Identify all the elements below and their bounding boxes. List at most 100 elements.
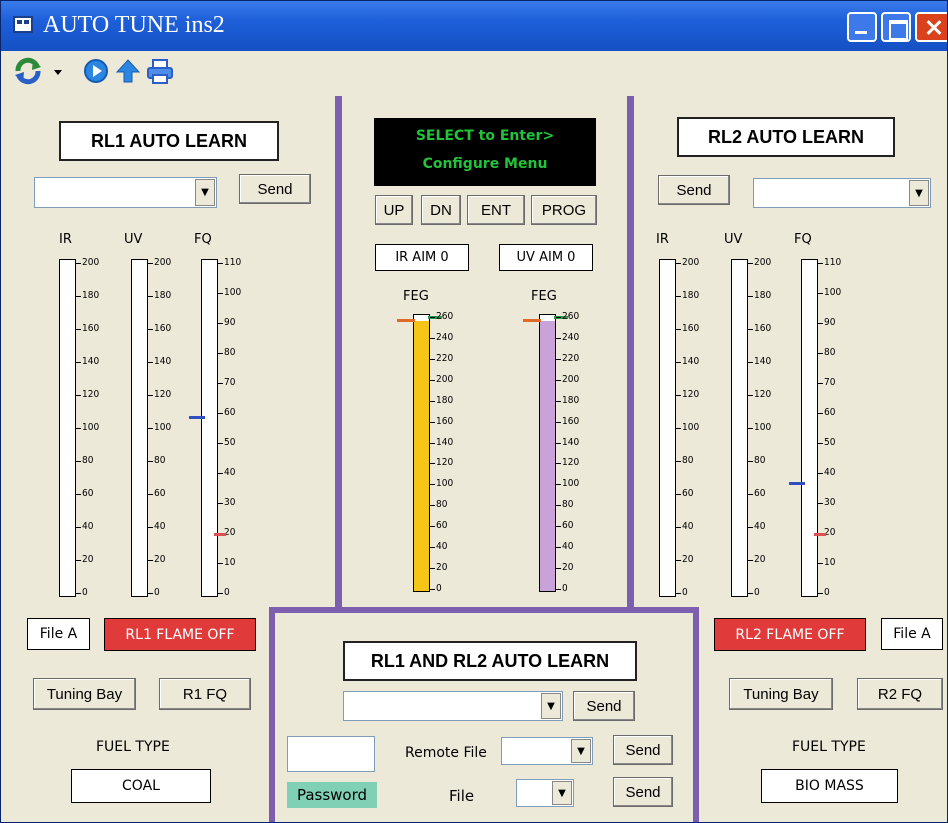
gauge-tick-label: 0 [82,587,88,598]
gauge-tick [748,395,753,396]
rl2-gauge-ir [659,259,676,597]
gauge-tick [676,296,681,297]
gauge-tick-label: 10 [224,557,236,568]
gauge-tick [430,317,435,318]
rl1-gauge-label-fq: FQ [194,232,212,247]
gauge-tick-label: 30 [224,497,236,508]
gauge-tick [556,442,561,444]
gauge-tick-label: 240 [562,331,580,343]
maximize-button[interactable] [881,12,911,42]
gauge-tick-label: 50 [824,437,836,448]
gauge-tick-label: 60 [82,488,94,499]
gauge-tick-label: 0 [562,583,568,594]
gauge-tick [818,263,823,264]
gauge-tick [430,337,435,339]
rl2-gauge-label-fq: FQ [794,232,812,247]
up-button[interactable]: UP [375,195,413,225]
rl2-fq-limit-marker [814,533,826,536]
gauge-tick-label: 120 [562,457,580,469]
combined-select[interactable]: ▼ [343,691,563,721]
rl2-gauge-label-ir: IR [656,232,669,247]
gauge-tick-label: 100 [754,422,772,433]
gauge-tick [76,428,81,429]
dropdown-caret-icon[interactable] [51,57,65,85]
play-icon[interactable] [83,57,109,85]
gauge-tick [218,503,223,504]
password-input[interactable] [287,736,375,772]
minimize-button[interactable] [847,12,877,42]
app-icon [13,16,33,33]
gauge-tick [148,461,153,462]
close-button[interactable] [915,12,947,42]
gauge-tick [676,362,681,363]
gauge-tick [430,442,435,444]
gauge-tick-label: 40 [754,521,766,532]
combined-send-button[interactable]: Send [573,691,635,721]
ent-button[interactable]: ENT [467,195,525,225]
gauge-tick-label: 60 [436,520,448,532]
file-send-button[interactable]: Send [613,777,673,807]
gauge-tick [676,461,681,462]
gauge-tick-label: 160 [754,323,772,334]
toolbar [1,51,947,95]
rl1-file-field[interactable]: File A [27,618,90,650]
rl1-tuning-bay-button[interactable]: Tuning Bay [33,678,136,710]
gauge-tick [148,593,153,594]
gauge-tick-label: 60 [562,520,574,532]
right-separator [627,96,634,611]
rl2-tuning-bay-button[interactable]: Tuning Bay [729,678,833,710]
gauge-tick-label: 50 [224,437,236,448]
rl1-gauge-label-uv: UV [124,232,143,247]
ir-aim-field: IR AIM 0 [375,244,469,271]
rl2-send-button[interactable]: Send [658,175,730,205]
gauge-tick-label: 140 [754,356,772,367]
gauge-tick [76,494,81,495]
gauge-tick-label: 100 [562,478,580,490]
gauge-tick-label: 180 [562,394,580,406]
gauge-tick [818,473,823,474]
gauge-tick-label: 20 [82,554,94,565]
gauge-tick [218,413,223,414]
gauge-tick [76,593,81,594]
gauge-tick [556,505,561,507]
feg-left-label: FEG [403,289,429,304]
rl1-select[interactable]: ▼ [34,177,217,208]
rl2-fq-button[interactable]: R2 FQ [857,678,943,710]
gauge-tick-label: 140 [82,356,100,367]
gauge-tick-label: 260 [436,311,454,322]
remote-file-send-button[interactable]: Send [613,735,673,765]
prog-button[interactable]: PROG [531,195,597,225]
print-icon[interactable] [145,57,175,85]
gauge-tick [676,428,681,429]
gauge-tick-label: 0 [824,587,830,598]
file-select[interactable]: ▼ [516,779,574,807]
feg-right-aim-marker [523,319,541,322]
rl2-select[interactable]: ▼ [753,178,931,208]
gauge-tick [676,263,681,264]
gauge-tick [218,383,223,384]
rl1-fq-button[interactable]: R1 FQ [159,678,251,710]
rl2-gauge-uv [731,259,748,597]
gauge-tick [148,263,153,264]
gauge-tick [556,317,561,318]
gauge-tick [818,503,823,504]
gauge-tick-label: 100 [82,422,100,433]
gauge-tick-label: 160 [562,415,580,427]
chevron-down-icon: ▼ [909,180,929,206]
gauge-tick-label: 40 [224,467,236,478]
gauge-tick-label: 200 [682,257,700,268]
rl2-file-field[interactable]: File A [881,618,943,650]
gauge-tick [430,463,435,465]
gauge-tick-label: 180 [154,290,172,301]
gauge-tick-label: 20 [154,554,166,565]
remote-file-select[interactable]: ▼ [501,737,593,765]
gauge-tick-label: 0 [754,587,760,598]
chevron-down-icon: ▼ [571,739,591,763]
upload-icon[interactable] [115,57,141,85]
dn-button[interactable]: DN [421,195,461,225]
gauge-tick [218,353,223,354]
rl2-gauge-label-uv: UV [724,232,743,247]
gauge-tick [556,379,561,381]
refresh-icon[interactable] [13,57,43,85]
rl1-send-button[interactable]: Send [239,174,311,204]
